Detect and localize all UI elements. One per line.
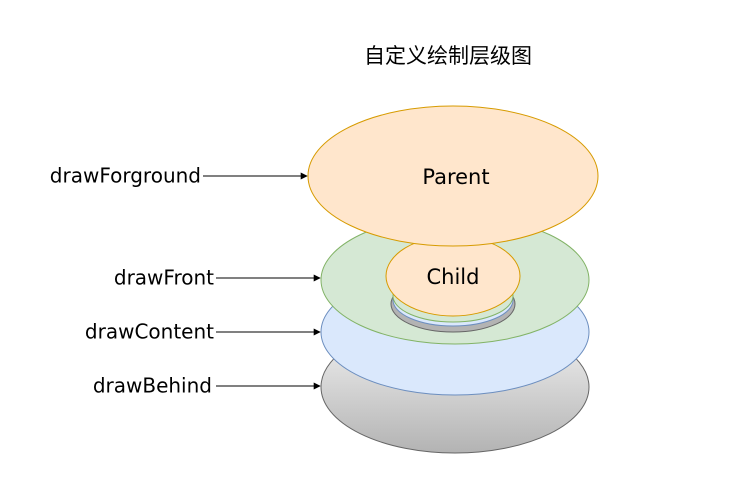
label-draw-front: drawFront [114, 266, 214, 290]
diagram-title: 自定义绘制层级图 [364, 44, 532, 68]
label-draw-content: drawContent [85, 320, 214, 344]
label-draw-forground: drawForground [50, 164, 201, 188]
layer-diagram: 自定义绘制层级图 Child Parent drawForground draw… [50, 44, 599, 454]
parent-node-label: Parent [422, 165, 489, 189]
child-node-label: Child [427, 265, 480, 289]
label-draw-behind: drawBehind [93, 374, 212, 398]
